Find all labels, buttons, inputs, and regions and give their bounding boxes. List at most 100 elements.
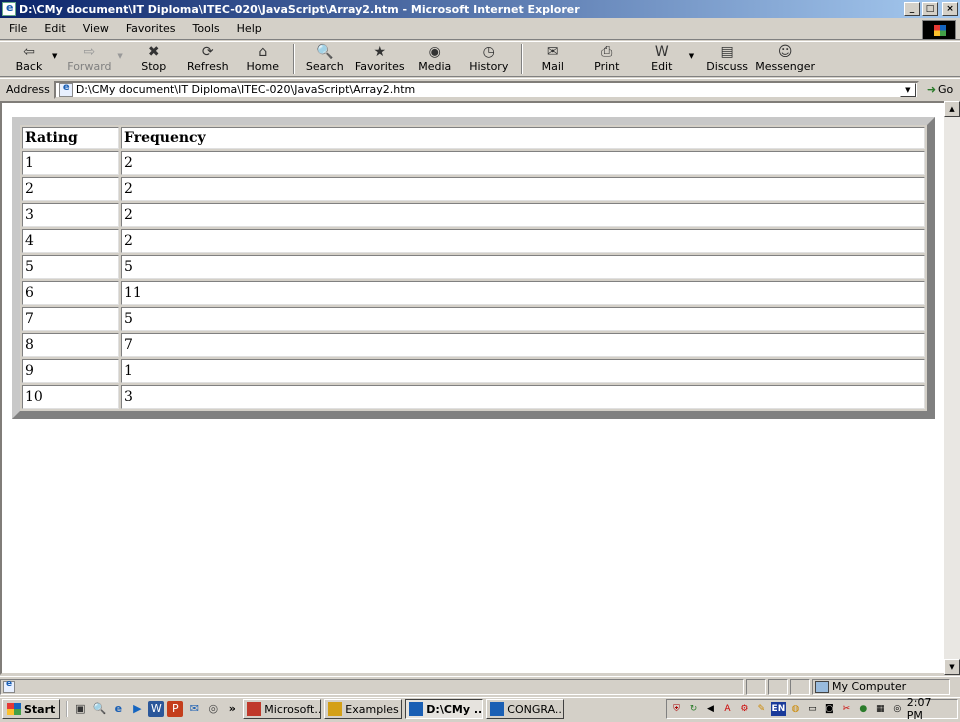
forward-dropdown-icon[interactable]: ▼ (117, 52, 122, 60)
task-label: CONGRA... (507, 702, 565, 716)
word-icon[interactable]: W (148, 701, 165, 717)
discuss-button[interactable]: ▤ Discuss (700, 42, 754, 73)
history-icon: ◷ (482, 44, 495, 60)
stop-label: Stop (141, 60, 167, 73)
forward-arrow-icon: ⇨ (83, 44, 96, 60)
search-button[interactable]: 🔍 Search (299, 42, 351, 73)
more-quicklaunch-icon[interactable]: » (224, 701, 240, 717)
refresh-button[interactable]: ⟳ Refresh (179, 42, 237, 73)
forward-label: Forward (67, 60, 112, 73)
media-button[interactable]: ◉ Media (409, 42, 461, 73)
frequency-cell: 5 (121, 307, 925, 331)
scroll-down-icon[interactable]: ▼ (944, 659, 960, 675)
address-input[interactable] (75, 83, 900, 96)
tray-app-icon[interactable]: ✂ (839, 702, 854, 716)
tray-app-icon[interactable]: ▦ (873, 702, 888, 716)
edit-button[interactable]: W Edit (635, 42, 689, 73)
internet-explorer-icon[interactable]: e (110, 701, 126, 717)
show-desktop-icon[interactable]: ▣ (72, 701, 88, 717)
print-button[interactable]: ⎙ Print (579, 42, 635, 73)
menu-file[interactable]: File (0, 22, 35, 35)
speaker-icon[interactable]: ◀ (703, 702, 718, 716)
tray-app-icon[interactable]: ▭ (805, 702, 820, 716)
task-app-icon (328, 702, 343, 716)
acrobat-icon[interactable]: A (720, 702, 735, 716)
menu-view[interactable]: View (74, 22, 117, 35)
frequency-cell: 7 (121, 333, 925, 357)
powerpoint-icon[interactable]: P (167, 701, 184, 717)
back-arrow-icon: ⇦ (23, 44, 35, 60)
window-title: D:\CMy document\IT Diploma\ITEC-020\Java… (19, 2, 580, 16)
home-button[interactable]: ⌂ Home (237, 42, 289, 73)
network-tray-icon[interactable]: ◎ (890, 702, 905, 716)
taskbar-button[interactable]: CONGRA... (486, 699, 565, 719)
taskbar-button[interactable]: D:\CMy ... (405, 699, 484, 719)
edit-label: Edit (651, 60, 673, 73)
maximize-button[interactable]: □ (922, 2, 938, 16)
print-label: Print (594, 60, 620, 73)
webcam-icon[interactable]: ◙ (822, 702, 837, 716)
frequency-cell: 11 (121, 281, 925, 305)
language-indicator[interactable]: EN (770, 702, 786, 716)
history-button[interactable]: ◷ History (461, 42, 517, 73)
zone-label: My Computer (832, 680, 907, 693)
mail-label: Mail (541, 60, 564, 73)
taskbar-button[interactable]: Examples (324, 699, 403, 719)
taskbar-button[interactable]: Microsoft... (243, 699, 322, 719)
go-label: Go (938, 83, 954, 96)
adaware-icon[interactable]: ⚙ (737, 702, 752, 716)
go-button[interactable]: ➜ Go (927, 83, 953, 96)
clock[interactable]: 2:07 PM (907, 696, 951, 722)
status-bar: My Computer (0, 676, 960, 696)
address-label: Address (6, 83, 50, 96)
discuss-icon: ▤ (720, 44, 734, 60)
sync-icon[interactable]: ↻ (686, 702, 701, 716)
rating-cell: 3 (22, 203, 119, 227)
scroll-up-icon[interactable]: ▲ (944, 101, 960, 117)
tray-app-icon[interactable]: ● (856, 702, 871, 716)
quick-launch: ▣ 🔍 e ▶ W P ✉ ◎ » (66, 701, 240, 717)
table-row: 22 (22, 177, 925, 201)
outlook-icon[interactable]: ✉ (186, 701, 202, 717)
back-button[interactable]: ⇦ Back (6, 42, 52, 73)
vertical-scrollbar[interactable]: ▲ ▼ (944, 101, 960, 675)
refresh-label: Refresh (187, 60, 229, 73)
back-dropdown-icon[interactable]: ▼ (52, 52, 57, 60)
menu-edit[interactable]: Edit (35, 22, 73, 35)
network-icon[interactable]: ◎ (205, 701, 221, 717)
table-row: 42 (22, 229, 925, 253)
rating-cell: 2 (22, 177, 119, 201)
forward-button[interactable]: ⇨ Forward (61, 42, 117, 73)
favorites-icon: ★ (373, 44, 387, 60)
rating-cell: 5 (22, 255, 119, 279)
messenger-tray-icon[interactable]: ◍ (788, 702, 803, 716)
taskbar: Start ▣ 🔍 e ▶ W P ✉ ◎ » Microsoft... Exam… (0, 696, 960, 722)
minimize-button[interactable]: _ (904, 2, 920, 16)
mail-icon: ✉ (546, 44, 559, 60)
toolbar-separator (520, 44, 523, 74)
stop-button[interactable]: ✖ Stop (129, 42, 179, 73)
tray-app-icon[interactable]: ✎ (754, 702, 769, 716)
menu-favorites[interactable]: Favorites (117, 22, 184, 35)
mail-button[interactable]: ✉ Mail (527, 42, 579, 73)
search-icon: 🔍 (316, 44, 334, 60)
explorer-icon[interactable]: 🔍 (91, 701, 107, 717)
close-button[interactable]: × (942, 2, 958, 16)
messenger-button[interactable]: ☺ Messenger (754, 42, 816, 73)
favorites-button[interactable]: ★ Favorites (351, 42, 409, 73)
edit-dropdown-icon[interactable]: ▼ (689, 52, 694, 60)
standard-toolbar: ⇦ Back ▼ ⇨ Forward ▼ ✖ Stop ⟳ Refresh ⌂ … (0, 41, 960, 77)
antivirus-icon[interactable]: ⛨ (669, 702, 684, 716)
media-player-icon[interactable]: ▶ (129, 701, 145, 717)
task-app-icon (247, 702, 262, 716)
address-bar: Address ▼ ➜ Go (0, 78, 960, 100)
menu-help[interactable]: Help (228, 22, 270, 35)
menu-tools[interactable]: Tools (184, 22, 228, 35)
address-dropdown-icon[interactable]: ▼ (899, 82, 916, 97)
start-button[interactable]: Start (2, 699, 61, 719)
back-label: Back (15, 60, 43, 73)
stop-icon: ✖ (147, 44, 160, 60)
messenger-label: Messenger (755, 60, 816, 73)
table-row: 87 (22, 333, 925, 357)
table-row: 12 (22, 151, 925, 175)
